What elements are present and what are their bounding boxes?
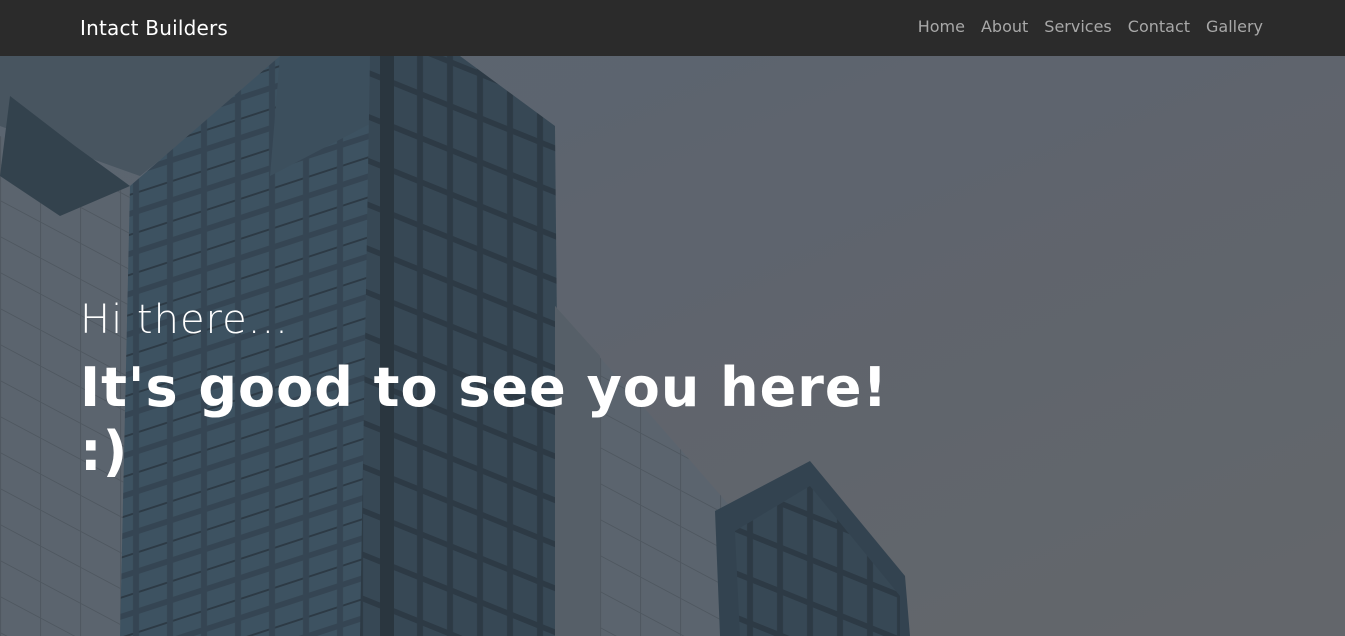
hero-text-block: Hi there... It's good to see you here! :… (80, 296, 900, 484)
hero-section: Hi there... It's good to see you here! :… (0, 56, 1345, 636)
navbar: Intact Builders Home About Services Cont… (0, 0, 1345, 56)
nav-menu: Home About Services Contact Gallery (918, 16, 1263, 38)
nav-link-services[interactable]: Services (1044, 16, 1111, 38)
nav-link-about[interactable]: About (981, 16, 1028, 38)
nav-link-contact[interactable]: Contact (1128, 16, 1190, 38)
hero-greeting: Hi there... (80, 297, 289, 343)
brand-logo-link[interactable]: Intact Builders (80, 14, 228, 42)
nav-link-gallery[interactable]: Gallery (1206, 16, 1263, 38)
nav-link-home[interactable]: Home (918, 16, 965, 38)
hero-headline: It's good to see you here! :) (80, 356, 889, 483)
